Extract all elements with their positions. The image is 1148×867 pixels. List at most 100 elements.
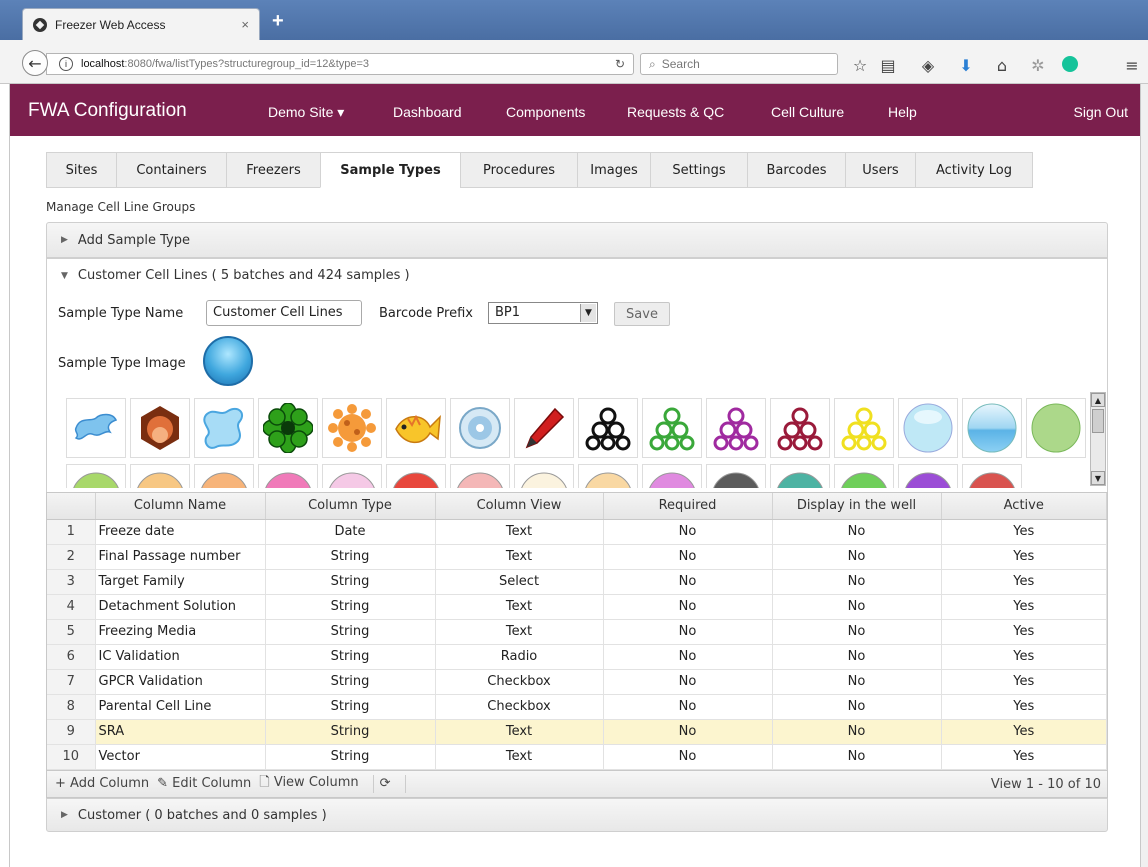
image-option[interactable] [706,464,766,488]
barcode-prefix-select[interactable]: BP1 ▼ [488,302,598,324]
table-row[interactable]: 4 Detachment Solution String Text No No Yes [47,594,1107,620]
image-option[interactable] [66,464,126,488]
close-tab-icon[interactable]: × [241,17,249,32]
image-option[interactable] [578,398,638,458]
image-option[interactable] [898,464,958,488]
table-row[interactable]: 6 IC Validation String Radio No No Yes [47,644,1107,670]
table-row[interactable]: 1 Freeze date Date Text No No Yes [47,519,1107,545]
table-row[interactable]: 2 Final Passage number String Text No No Yes [47,544,1107,570]
browser-search-input[interactable]: ⌕ Search [640,53,838,75]
image-option[interactable] [194,464,254,488]
accordion-add-sample-type[interactable]: ▶ Add Sample Type [46,222,1108,258]
display-in-well-cell: No [772,544,942,570]
add-column-button[interactable]: + Add Column [55,776,149,791]
view-column-button[interactable]: 🗋 View Column [259,773,358,795]
scroll-up-icon[interactable]: ▲ [1091,393,1105,407]
menu-components[interactable]: Components [506,104,585,120]
reload-icon[interactable]: ↻ [615,57,625,71]
sign-out-link[interactable]: Sign Out [1074,104,1128,120]
table-row[interactable]: 7 GPCR Validation String Checkbox No No Yes [47,669,1107,695]
table-row[interactable]: 9 SRA String Text No No Yes [47,719,1107,745]
image-picker-scrollbar[interactable]: ▲ ▼ [1090,392,1106,486]
page-scrollbar[interactable] [1140,84,1148,867]
image-option[interactable] [258,398,318,458]
save-button[interactable]: Save [614,302,670,326]
url-bar[interactable]: i localhost:8080/fwa/listTypes?structure… [46,53,634,75]
home-icon[interactable]: ⌂ [992,56,1012,75]
hamburger-menu-icon[interactable]: ≡ [1122,56,1142,75]
image-option[interactable] [66,398,126,458]
tab-sample-types[interactable]: Sample Types [320,152,460,188]
tab-containers[interactable]: Containers [116,152,226,188]
image-option[interactable] [706,398,766,458]
tab-barcodes[interactable]: Barcodes [747,152,845,188]
required-header[interactable]: Required [603,493,773,520]
sample-type-name-input[interactable]: Customer Cell Lines [206,300,362,326]
column-view-cell: Checkbox [435,694,604,720]
column-type-header[interactable]: Column Type [265,493,436,520]
table-row[interactable]: 10 Vector String Text No No Yes [47,744,1107,770]
image-option[interactable] [514,464,574,488]
browser-tab[interactable]: Freezer Web Access × [22,8,260,40]
tab-settings[interactable]: Settings [650,152,747,188]
menu-demo-site[interactable]: Demo Site ▾ [268,104,344,121]
extension-icon[interactable]: ✲ [1028,56,1048,75]
image-option[interactable] [770,398,830,458]
app-brand[interactable]: FWA Configuration [28,100,187,122]
column-view-header[interactable]: Column View [435,493,604,520]
grammarly-icon[interactable] [1060,56,1080,76]
image-option[interactable] [258,464,318,488]
image-option[interactable] [450,464,510,488]
active-header[interactable]: Active [941,493,1107,520]
image-option[interactable] [770,464,830,488]
downloads-icon[interactable]: ⬇ [956,56,976,75]
table-row[interactable]: 8 Parental Cell Line String Checkbox No No Yes [47,694,1107,720]
tab-sites[interactable]: Sites [46,152,116,188]
image-option[interactable] [514,398,574,458]
tab-freezers[interactable]: Freezers [226,152,320,188]
image-option[interactable] [898,398,958,458]
image-option[interactable] [642,398,702,458]
pocket-icon[interactable]: ◈ [918,56,938,75]
scroll-down-icon[interactable]: ▼ [1091,471,1105,485]
image-option[interactable] [322,398,382,458]
image-option[interactable] [130,398,190,458]
bookmark-star-icon[interactable]: ☆ [850,56,870,75]
image-option[interactable] [834,398,894,458]
menu-help[interactable]: Help [888,104,917,120]
tab-users[interactable]: Users [845,152,915,188]
menu-dashboard[interactable]: Dashboard [393,104,462,120]
accordion-customer[interactable]: ▶ Customer ( 0 batches and 0 samples ) [46,798,1108,832]
image-option[interactable] [834,464,894,488]
table-row[interactable]: 3 Target Family String Select No No Yes [47,569,1107,595]
tab-images[interactable]: Images [577,152,650,188]
menu-cell-culture[interactable]: Cell Culture [771,104,844,120]
refresh-icon[interactable]: ⟳ [380,776,391,791]
selected-sample-image[interactable] [203,336,253,386]
menu-requests-qc[interactable]: Requests & QC [627,104,724,120]
image-option[interactable] [962,464,1022,488]
new-tab-button[interactable]: + [272,10,284,33]
bookmarks-menu-icon[interactable]: ▤ [878,56,898,75]
back-button[interactable]: ← [22,50,48,76]
column-name-header[interactable]: Column Name [95,493,266,520]
image-option[interactable] [578,464,638,488]
image-option[interactable] [386,464,446,488]
scroll-thumb[interactable] [1092,409,1104,433]
edit-column-button[interactable]: ✎ Edit Column [157,776,251,791]
tab-activity-log[interactable]: Activity Log [915,152,1033,188]
image-option[interactable] [450,398,510,458]
display-in-well-header[interactable]: Display in the well [772,493,942,520]
accordion-customer-cell-lines[interactable]: ▼ Customer Cell Lines ( 5 batches and 42… [46,258,1108,293]
image-option[interactable] [962,398,1022,458]
table-row[interactable]: 5 Freezing Media String Text No No Yes [47,619,1107,645]
image-option[interactable] [194,398,254,458]
info-icon[interactable]: i [59,57,73,71]
tab-procedures[interactable]: Procedures [460,152,577,188]
image-option[interactable] [130,464,190,488]
browser-tab-title: Freezer Web Access [55,17,166,32]
image-option[interactable] [386,398,446,458]
image-option[interactable] [322,464,382,488]
image-option[interactable] [1026,398,1086,458]
image-option[interactable] [642,464,702,488]
